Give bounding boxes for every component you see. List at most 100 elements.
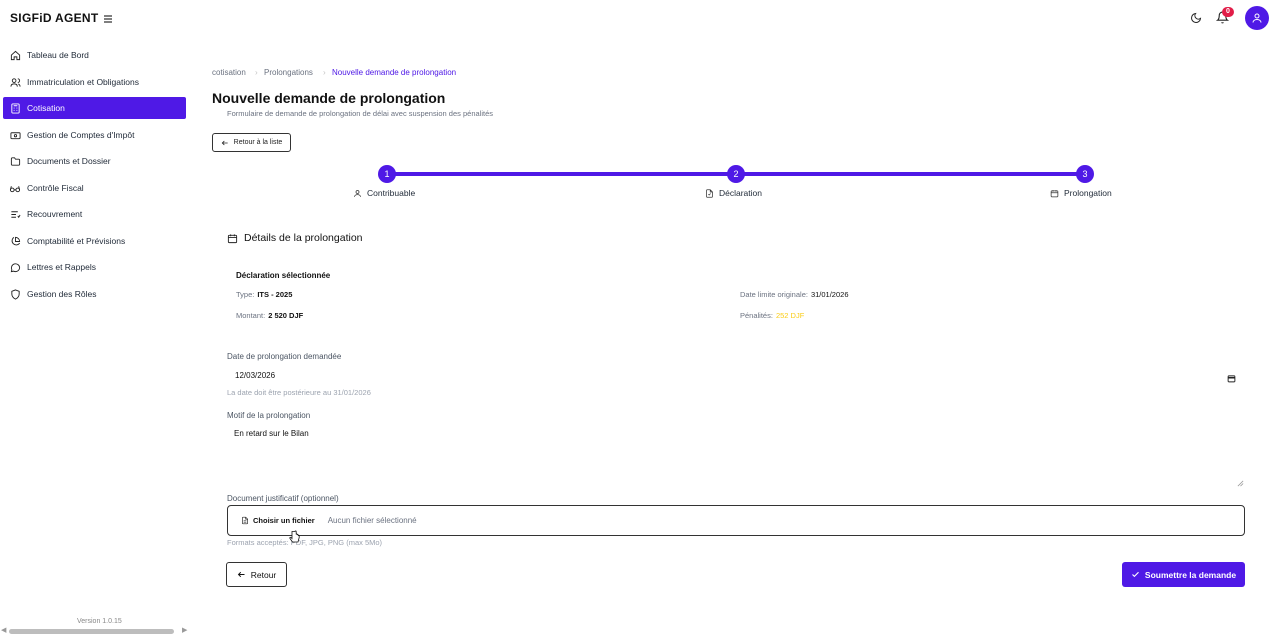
app-version: Version 1.0.15 [77,618,122,625]
declaration-penalties: Pénalités: 252 DJF [740,311,804,320]
sidebar-item-tableau-de-bord[interactable]: Tableau de Bord [3,44,186,66]
message-icon [9,261,21,273]
sidebar-item-cotisation[interactable]: Cotisation [3,97,186,119]
step-1-text: Contribuable [367,188,416,198]
user-icon [353,189,362,198]
back-button[interactable]: Retour [226,562,287,587]
sidebar-item-gestion-comptes[interactable]: Gestion de Comptes d'Impôt [3,124,186,146]
declaration-heading: Déclaration sélectionnée [236,271,331,280]
dark-mode-icon[interactable] [1190,11,1202,29]
sidebar-item-label: Tableau de Bord [27,50,89,60]
sidebar-item-label: Immatriculation et Obligations [27,77,139,87]
section-title-text: Détails de la prolongation [244,232,363,244]
menu-icon[interactable] [102,12,114,24]
scroll-right-icon[interactable]: ▶ [182,626,187,634]
glasses-icon [9,182,21,194]
notification-badge: 0 [1222,7,1234,17]
calendar-picker-icon[interactable] [1227,370,1236,388]
date-label: Date de prolongation demandée [227,352,342,361]
back-button-label: Retour [250,569,277,580]
back-to-list-label: Retour à la liste [233,139,283,146]
declaration-deadline: Date limite originale: 31/01/2026 [740,290,849,299]
declaration-type: Type: ITS - 2025 [236,290,292,299]
step-3-text: Prolongation [1064,188,1112,198]
step-3-label: Prolongation [1050,188,1112,198]
calendar-icon [227,233,238,244]
sidebar-item-gestion-roles[interactable]: Gestion des Rôles [3,283,186,305]
document-label: Document justificatif (optionnel) [227,494,339,503]
check-icon [1131,570,1140,579]
extension-date-input[interactable]: 12/03/2026 [227,366,1245,384]
breadcrumb-prolongations[interactable]: Prolongations [264,68,313,77]
app-brand: SIGFiD AGENT [10,11,99,25]
chevron-right-icon: › [255,68,258,77]
choose-file-button[interactable]: Choisir un fichier [241,516,315,525]
sidebar-item-label: Cotisation [27,103,65,113]
folder-icon [9,155,21,167]
step-1-label: Contribuable [353,188,415,198]
file-text-icon [241,516,249,525]
sidebar-horizontal-scrollbar[interactable] [9,629,174,634]
pie-chart-icon [9,235,21,247]
penalties-label: Pénalités: [740,311,773,320]
deadline-label: Date limite originale: [740,290,808,299]
sidebar-item-immatriculation[interactable]: Immatriculation et Obligations [3,71,186,93]
scroll-left-icon[interactable]: ◀ [1,626,6,634]
sidebar-item-documents[interactable]: Documents et Dossier [3,150,186,172]
sidebar-item-recouvrement[interactable]: Recouvrement [3,203,186,225]
choose-file-label: Choisir un fichier [253,516,315,525]
sidebar-item-label: Gestion de Comptes d'Impôt [27,130,135,140]
arrow-left-icon [237,570,246,579]
sidebar-item-comptabilite[interactable]: Comptabilité et Prévisions [3,230,186,252]
motif-label: Motif de la prolongation [227,411,311,420]
file-upload-field[interactable]: Choisir un fichier Aucun fichier sélecti… [227,505,1245,536]
declaration-amount: Montant: 2 520 DJF [236,311,303,320]
wallet-icon [9,129,21,141]
type-label: Type: [236,290,255,299]
page-subtitle: Formulaire de demande de prolongation de… [227,109,494,118]
type-value: ITS - 2025 [257,290,293,299]
penalties-value: 252 DJF [775,311,805,320]
amount-label: Montant: [236,311,266,320]
step-2-circle[interactable]: 2 [727,165,745,183]
calendar-icon [1050,189,1059,198]
chevron-right-icon: › [323,68,326,77]
sidebar-item-controle-fiscal[interactable]: Contrôle Fiscal [3,177,186,199]
sidebar-item-label: Documents et Dossier [27,156,111,166]
accepted-formats: Formats acceptés: PDF, JPG, PNG (max 5Mo… [227,538,383,547]
arrow-left-icon [221,139,229,147]
calculator-icon [9,102,21,114]
hand-cursor-icon [289,530,300,549]
sidebar-item-label: Contrôle Fiscal [27,183,84,193]
motif-textarea[interactable]: En retard sur le Bilan [227,424,1245,482]
deadline-value: 31/01/2026 [810,290,849,299]
top-bar: SIGFiD AGENT 0 [0,0,1280,38]
step-2-label: Déclaration [705,188,762,198]
sidebar-item-label: Lettres et Rappels [27,262,96,272]
breadcrumb-cotisation[interactable]: cotisation [212,68,246,77]
date-hint: La date doit être postérieure au 31/01/2… [227,388,371,397]
sidebar-item-label: Gestion des Rôles [27,289,97,299]
list-icon [9,208,21,220]
sidebar-item-label: Comptabilité et Prévisions [27,236,126,246]
file-icon [705,188,714,198]
sidebar-item-lettres[interactable]: Lettres et Rappels [3,256,186,278]
page-title: Nouvelle demande de prolongation [212,90,446,106]
sidebar-item-label: Recouvrement [27,209,83,219]
step-3-circle[interactable]: 3 [1076,165,1094,183]
section-title: Détails de la prolongation [227,232,363,244]
user-avatar[interactable] [1245,6,1269,30]
step-1-circle[interactable]: 1 [378,165,396,183]
breadcrumb-current: Nouvelle demande de prolongation [332,68,457,77]
submit-request-button[interactable]: Soumettre la demande [1122,562,1245,587]
users-icon [9,76,21,88]
home-icon [9,49,21,61]
shield-icon [9,288,21,300]
sidebar: Tableau de Bord Immatriculation et Oblig… [0,40,190,636]
submit-button-label: Soumettre la demande [1144,569,1237,580]
resize-handle-icon[interactable] [1237,474,1244,492]
no-file-text: Aucun fichier sélectionné [327,516,417,525]
back-to-list-button[interactable]: Retour à la liste [212,133,291,152]
amount-value: 2 520 DJF [268,311,304,320]
step-2-text: Déclaration [719,188,762,198]
